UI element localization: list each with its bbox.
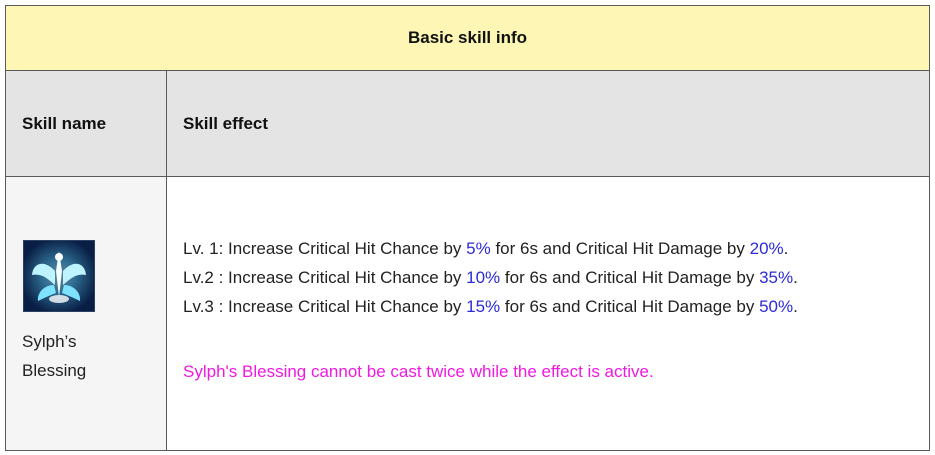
skill-name-line1: Sylph’s: [22, 332, 77, 351]
table-title: Basic skill info: [6, 6, 929, 71]
level-line-1: Lv. 1: Increase Critical Hit Chance by 5…: [183, 234, 798, 263]
level-line-2: Lv.2 : Increase Critical Hit Chance by 1…: [183, 263, 798, 292]
level-text: for 6s and Critical Hit Damage by: [500, 268, 760, 287]
header-row: Skill name Skill effect: [6, 71, 929, 177]
level-text: .: [783, 239, 789, 258]
skill-name-line2: Blessing: [22, 361, 87, 380]
level-list: Lv. 1: Increase Critical Hit Chance by 5…: [183, 234, 798, 321]
level-text: Lv.2 : Increase Critical Hit Chance by: [183, 268, 467, 287]
level-text: Lv.3 : Increase Critical Hit Chance by: [183, 297, 467, 316]
level-text: .: [793, 297, 798, 316]
header-skill-effect: Skill effect: [183, 113, 269, 133]
level-text: for 6s and Critical Hit Damage by: [490, 239, 750, 258]
crit-damage-value: 35%: [759, 268, 794, 287]
effect-cell: Lv. 1: Increase Critical Hit Chance by 5…: [167, 177, 929, 450]
crit-chance-value: 15%: [466, 297, 501, 316]
skill-name: Sylph’s Blessing: [22, 327, 152, 385]
level-line-3: Lv.3 : Increase Critical Hit Chance by 1…: [183, 292, 798, 321]
level-text: .: [793, 268, 798, 287]
level-text: for 6s and Critical Hit Damage by: [500, 297, 760, 316]
skill-cell: Sylph’s Blessing: [6, 177, 166, 450]
sylphs-blessing-icon: [23, 240, 95, 312]
crit-damage-value: 50%: [759, 297, 794, 316]
skill-info-table: Basic skill info Skill name Skill effect: [5, 5, 930, 451]
crit-damage-value: 20%: [749, 239, 784, 258]
crit-chance-value: 10%: [466, 268, 501, 287]
level-text: Lv. 1: Increase Critical Hit Chance by: [183, 239, 467, 258]
skill-note: Sylph's Blessing cannot be cast twice wh…: [183, 362, 654, 381]
header-skill-name: Skill name: [22, 113, 107, 133]
crit-chance-value: 5%: [466, 239, 491, 258]
table-row: Sylph’s Blessing Lv. 1: Increase Critica…: [6, 177, 929, 450]
wings-glyph: [24, 241, 94, 311]
